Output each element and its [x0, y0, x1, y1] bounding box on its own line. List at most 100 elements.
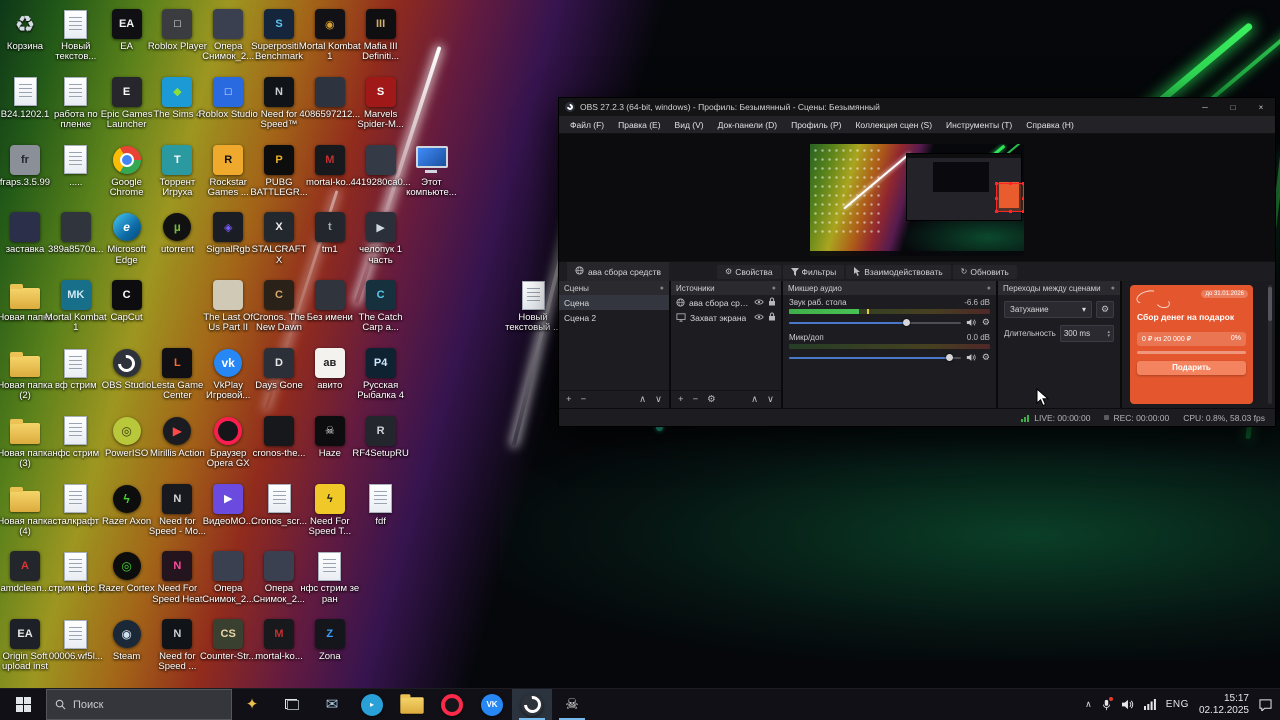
channel-settings-icon[interactable]: ⚙ — [982, 317, 990, 328]
start-button[interactable] — [0, 689, 46, 720]
explorer-icon[interactable] — [392, 689, 432, 720]
mixer-dock-header[interactable]: Микшер аудио ● — [783, 281, 996, 295]
menu-item[interactable]: Правка (E) — [611, 120, 667, 130]
dock-pin-icon[interactable]: ● — [772, 285, 776, 292]
network-icon[interactable] — [1144, 699, 1156, 710]
menu-item[interactable]: Инструменты (T) — [939, 120, 1019, 130]
scene-item[interactable]: Сцена 2 — [559, 310, 669, 325]
task-view-icon[interactable] — [272, 689, 312, 720]
desktop-icon-image: X — [263, 211, 295, 243]
app-icon: X — [264, 212, 294, 242]
search-box[interactable]: Поиск — [46, 689, 232, 720]
menu-item[interactable]: Вид (V) — [668, 120, 711, 130]
minimize-button[interactable]: ─ — [1191, 98, 1219, 116]
mail-icon[interactable]: ✉ — [312, 689, 352, 720]
scene-up-button[interactable]: ∧ — [639, 394, 646, 405]
app-icon — [213, 551, 243, 581]
visibility-eye-icon[interactable] — [754, 298, 764, 308]
desktop-icon[interactable]: CCapCut — [96, 279, 158, 323]
transition-select[interactable]: Затухание ▾ — [1004, 301, 1092, 318]
lock-icon[interactable] — [768, 297, 776, 308]
dock-pin-icon[interactable]: ● — [987, 285, 991, 292]
selected-source-outline[interactable] — [996, 183, 1024, 212]
desktop-icon[interactable]: ZZona — [299, 618, 361, 662]
scenes-dock-header[interactable]: Сцены ● — [559, 281, 669, 295]
chrome-icon — [113, 146, 141, 174]
transitions-dock-header[interactable]: Переходы между сценами ● — [998, 281, 1120, 295]
desktop-icon[interactable]: Этот компьюте... — [400, 144, 462, 199]
source-cursor-button[interactable]: Взаимодействовать — [846, 265, 950, 279]
dock-pin-icon[interactable]: ● — [660, 285, 664, 292]
add-scene-button[interactable]: + — [566, 394, 572, 405]
slider-handle[interactable] — [946, 354, 953, 361]
desktop-icon[interactable]: fdf — [350, 483, 412, 527]
speaker-icon[interactable] — [1121, 699, 1134, 710]
volume-slider[interactable] — [789, 353, 961, 362]
close-button[interactable]: × — [1247, 98, 1275, 116]
desktop-icon[interactable]: Р4Русская Рыбалка 4 — [350, 347, 412, 402]
scene-item[interactable]: Сцена — [559, 295, 669, 310]
remove-source-button[interactable]: − — [693, 394, 699, 405]
source-item[interactable]: ава сбора средств — [671, 295, 781, 310]
maximize-button[interactable]: □ — [1219, 98, 1247, 116]
source-item[interactable]: Захват экрана — [671, 310, 781, 325]
widgets-icon[interactable]: ✦ — [232, 689, 272, 720]
bitrate-icon — [1021, 414, 1030, 422]
source-refresh-button[interactable]: ↻Обновить — [953, 265, 1017, 279]
app-icon: ◎ — [113, 552, 141, 580]
source-properties-button[interactable]: ⚙ — [707, 394, 716, 405]
obs-titlebar[interactable]: OBS 27.2.3 (64-bit, windows) - Профиль: … — [559, 98, 1275, 116]
obs-icon[interactable] — [512, 689, 552, 720]
active-source-tab[interactable]: ава сбора средств — [567, 262, 669, 281]
add-source-button[interactable]: + — [678, 394, 684, 405]
running-game-icon[interactable]: ☠ — [552, 689, 592, 720]
desktop-icon-label: Mafia III Definiti... — [350, 42, 412, 63]
source-filter-button[interactable]: Фильтры — [783, 265, 845, 279]
mute-speaker-icon[interactable] — [966, 353, 977, 362]
preview-canvas[interactable] — [810, 144, 1024, 256]
desktop-icon[interactable]: IIIMafia III Definiti... — [350, 8, 412, 63]
spinner-arrows-icon[interactable]: ▴▾ — [1107, 330, 1110, 338]
menu-item[interactable]: Коллекция сцен (S) — [848, 120, 939, 130]
clock[interactable]: 15:17 02.12.2025 — [1199, 693, 1249, 717]
desktop-icon-image — [263, 483, 295, 515]
mic-icon[interactable] — [1102, 699, 1111, 711]
desktop-icon[interactable]: CThe Catch Carp a... — [350, 279, 412, 334]
action-center-icon[interactable] — [1259, 699, 1272, 711]
desktop-icon[interactable]: ▶челопук 1 часть — [350, 211, 412, 266]
donate-button[interactable]: Подарить — [1137, 361, 1246, 375]
visibility-eye-icon[interactable] — [754, 313, 764, 323]
file-icon — [64, 145, 87, 174]
channel-settings-icon[interactable]: ⚙ — [982, 352, 990, 363]
slider-handle[interactable] — [903, 319, 910, 326]
menu-item[interactable]: Док-панели (D) — [711, 120, 784, 130]
tray-expand-icon[interactable]: ∧ — [1085, 699, 1092, 710]
opera-gx-icon[interactable] — [432, 689, 472, 720]
scrollbar[interactable] — [1268, 285, 1272, 404]
telegram-icon[interactable]: ▸ — [352, 689, 392, 720]
remove-scene-button[interactable]: − — [581, 394, 587, 405]
scrollbar-thumb[interactable] — [1268, 287, 1272, 321]
vk-icon[interactable]: VK — [472, 689, 512, 720]
preview-area[interactable] — [559, 134, 1275, 261]
mute-speaker-icon[interactable] — [966, 318, 977, 327]
scene-down-button[interactable]: ∨ — [655, 394, 662, 405]
duration-spinner[interactable]: 300 ms ▴▾ — [1060, 325, 1114, 342]
volume-slider[interactable] — [789, 318, 961, 327]
menu-item[interactable]: Файл (F) — [563, 120, 611, 130]
desktop-icon[interactable]: RRF4SetupRU — [350, 415, 412, 459]
desktop-icon-image: T — [161, 144, 193, 176]
lock-icon[interactable] — [768, 312, 776, 323]
source-gear-button[interactable]: ⚙Свойства — [717, 265, 781, 279]
source-down-button[interactable]: ∨ — [767, 394, 774, 405]
source-up-button[interactable]: ∧ — [751, 394, 758, 405]
dock-pin-icon[interactable]: ● — [1111, 285, 1115, 292]
menu-item[interactable]: Профиль (P) — [784, 120, 848, 130]
desktop-icon[interactable]: SMarvels Spider-M... — [350, 76, 412, 131]
desktop-icon[interactable]: Новый текстовый ... — [502, 279, 564, 334]
transition-settings-button[interactable]: ⚙ — [1096, 301, 1114, 318]
language-indicator[interactable]: ENG — [1166, 699, 1189, 710]
menu-item[interactable]: Справка (H) — [1019, 120, 1081, 130]
sources-dock-header[interactable]: Источники ● — [671, 281, 781, 295]
desktop-icon[interactable]: нфс стрим зе ран — [299, 550, 361, 605]
